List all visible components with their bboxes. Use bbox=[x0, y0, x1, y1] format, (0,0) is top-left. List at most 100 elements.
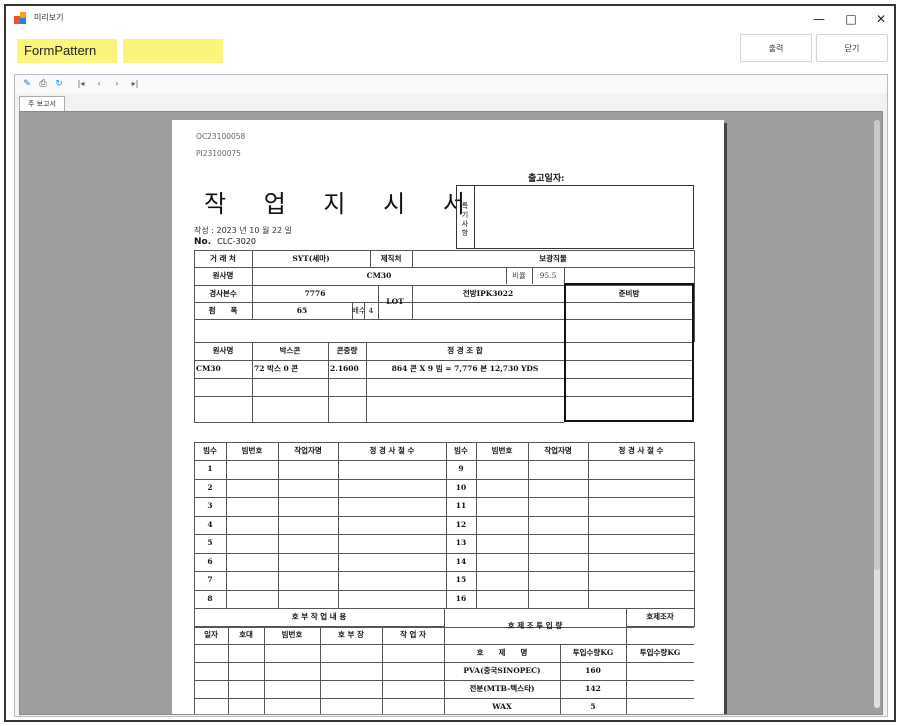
viewer-toolbar: ✎ ⎙ ↻ |◂ ‹ › ▸| bbox=[15, 75, 887, 93]
document-title: 작 업 지 시 서 bbox=[204, 190, 480, 218]
table-rule bbox=[194, 515, 694, 517]
chem-name: 전분(MTB-텍스타) bbox=[469, 684, 535, 693]
table-rule bbox=[194, 571, 694, 572]
ratio-label: 비율 bbox=[512, 271, 526, 280]
printer-icon[interactable]: ⎙ bbox=[37, 78, 49, 90]
ratio-value: 95.5 bbox=[539, 271, 557, 280]
table-rule bbox=[194, 608, 195, 714]
document-codes: OC23100058 PI23100075 bbox=[196, 128, 245, 162]
scrollbar-thumb[interactable] bbox=[874, 120, 880, 570]
table-rule bbox=[694, 442, 695, 627]
last-page-icon[interactable]: ▸| bbox=[129, 78, 141, 90]
table-rule bbox=[194, 552, 694, 554]
yarn-name-value: CM30 bbox=[196, 364, 221, 373]
first-page-icon[interactable]: |◂ bbox=[75, 78, 87, 90]
sizing-maker-label: 호제조자 bbox=[646, 612, 674, 621]
preview-window: 미리보기 — □ ✕ FormPattern 출력 닫기 ✎ ⎙ ↻ |◂ ‹ … bbox=[4, 4, 896, 722]
width-value: 65 bbox=[296, 306, 308, 315]
chem-name: WAX bbox=[492, 702, 512, 711]
prev-page-icon[interactable]: ‹ bbox=[93, 78, 105, 90]
table-rule bbox=[194, 534, 694, 535]
yarn-col-weight: 콘중량 bbox=[336, 346, 358, 355]
sizing-col-line: 호대 bbox=[239, 630, 253, 639]
refresh-icon[interactable]: ↻ bbox=[53, 78, 65, 90]
chem-qty: 142 bbox=[585, 684, 601, 693]
beam-number-left: 8 bbox=[207, 593, 213, 603]
sizing-col-beam: 빔번호 bbox=[281, 630, 303, 639]
vertical-scrollbar[interactable] bbox=[874, 120, 880, 708]
width-label: 펌 폭 bbox=[208, 306, 238, 315]
multiplier-label: 배수 bbox=[352, 306, 364, 315]
sizing-col-date: 일자 bbox=[204, 630, 218, 639]
remark-box: 특기사항 bbox=[456, 185, 694, 249]
table-rule bbox=[694, 250, 695, 342]
table-rule bbox=[278, 442, 279, 608]
lot-value: 전방IPK3022 bbox=[462, 289, 514, 298]
table-rule bbox=[194, 644, 444, 645]
beam-number-right: 12 bbox=[455, 519, 467, 529]
beam-number-right: 9 bbox=[458, 464, 464, 473]
close-icon[interactable]: ✕ bbox=[872, 10, 890, 28]
beam-col-worker-right: 작업자명 bbox=[544, 446, 572, 455]
made-date: 작성 : 2023 년 10 월 22 일 bbox=[194, 226, 293, 235]
sizing-col-worker: 작 업 자 bbox=[400, 630, 426, 639]
table-rule bbox=[194, 662, 444, 663]
close-button[interactable]: 닫기 bbox=[816, 34, 888, 62]
table-rule bbox=[626, 626, 694, 627]
table-rule bbox=[338, 442, 339, 608]
yarn-box-value: 72 박스 0 콘 bbox=[254, 364, 299, 373]
beam-number-left: 1 bbox=[207, 464, 213, 473]
beam-number-right: 15 bbox=[455, 575, 467, 584]
report-viewer: ✎ ⎙ ↻ |◂ ‹ › ▸| 주 보고서 OC23100058 PI23100… bbox=[14, 74, 888, 717]
form-pattern-field[interactable] bbox=[123, 39, 223, 63]
yarn-weight-value: 2.1600 bbox=[330, 364, 359, 373]
yarn-value: CM30 bbox=[366, 271, 392, 280]
sizing-title: 호 부 작 업 내 용 bbox=[291, 612, 347, 621]
window-title: 미리보기 bbox=[34, 13, 64, 22]
chem-qty: 5 bbox=[590, 702, 596, 711]
print-button[interactable]: 출력 bbox=[740, 34, 812, 62]
table-rule bbox=[194, 460, 694, 461]
prep-label: 준비방 bbox=[618, 289, 640, 298]
beam-number-left: 6 bbox=[207, 556, 213, 566]
minimize-icon[interactable]: — bbox=[810, 10, 828, 28]
beam-number-right: 16 bbox=[455, 593, 467, 603]
beam-number-right: 10 bbox=[455, 482, 467, 492]
yarn-col-name: 원사명 bbox=[212, 346, 234, 355]
beam-col-breaks-right: 정 경 사 절 수 bbox=[618, 446, 664, 455]
yarn-label: 원사명 bbox=[212, 271, 234, 280]
warp-count-label: 경사본수 bbox=[209, 289, 237, 298]
maximize-icon[interactable]: □ bbox=[842, 10, 860, 28]
customer-value: SYT(세마) bbox=[292, 254, 330, 263]
multiplier-value: 4 bbox=[368, 306, 374, 315]
beam-col-breaks-left: 정 경 사 절 수 bbox=[369, 446, 415, 455]
tab-main-report[interactable]: 주 보고서 bbox=[19, 96, 65, 111]
form-pattern-label: FormPattern bbox=[17, 39, 117, 63]
export-icon[interactable]: ✎ bbox=[21, 78, 33, 90]
sizing-col-length: 호 부 장 bbox=[338, 630, 364, 639]
table-rule bbox=[226, 442, 227, 608]
no-value: CLC-3020 bbox=[217, 237, 257, 246]
table-rule bbox=[194, 396, 564, 397]
table-rule bbox=[194, 698, 444, 699]
yarn-col-combo: 정 경 조 합 bbox=[447, 346, 483, 355]
pi-code: PI23100075 bbox=[196, 149, 241, 158]
table-rule bbox=[566, 360, 692, 361]
table-rule bbox=[476, 442, 477, 608]
app-icon bbox=[14, 12, 28, 24]
table-rule bbox=[194, 589, 694, 591]
table-rule bbox=[566, 342, 692, 343]
beam-col-worker-left: 작업자명 bbox=[294, 446, 322, 455]
weaver-value: 보광직물 bbox=[539, 254, 567, 263]
lot-label: LOT bbox=[386, 297, 404, 306]
beam-number-left: 3 bbox=[207, 501, 213, 510]
beam-col-number-right: 빔번호 bbox=[491, 446, 513, 455]
chem-name: PVA(중국SINOPEC) bbox=[463, 666, 541, 675]
table-rule bbox=[566, 302, 692, 303]
next-page-icon[interactable]: › bbox=[111, 78, 123, 90]
beam-col-count-right: 빔수 bbox=[454, 446, 468, 455]
chem-col-qty2: 투입수량KG bbox=[639, 648, 681, 657]
remark-label: 특기사항 bbox=[457, 186, 475, 248]
yarn-combo-value: 864 콘 X 9 빔 = 7,776 본 12,730 YDS bbox=[391, 364, 539, 373]
chem-qty: 160 bbox=[585, 666, 601, 675]
